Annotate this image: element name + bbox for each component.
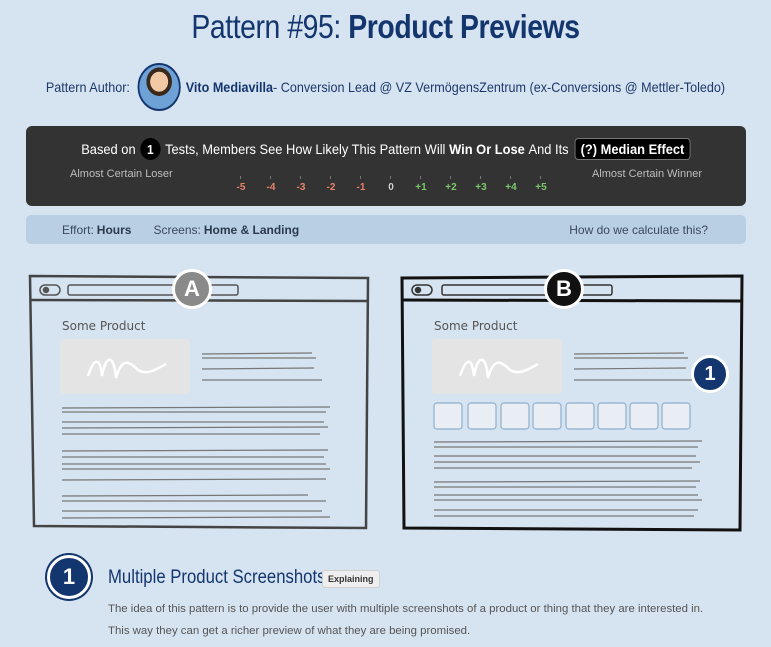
scale-tick: +3: [471, 176, 491, 193]
author-avatar: [137, 63, 181, 111]
author-row: Pattern Author: Vito Mediavilla - Conver…: [39, 62, 733, 112]
win-or-lose-text: Win Or Lose: [449, 141, 525, 157]
loser-label: Almost Certain Loser: [70, 168, 173, 180]
variant-b-marker-1[interactable]: 1: [691, 355, 729, 393]
screens-value: Home & Landing: [203, 222, 300, 237]
likelihood-bar: Based on 1 Tests, Members See How Likely…: [26, 126, 746, 206]
effort-value: Hours: [96, 222, 132, 237]
likelihood-scale: -5 -4 -3 -2 -1 0 +1 +2 +3 +4 +5: [231, 172, 561, 193]
scale-tick: -4: [261, 176, 281, 193]
scale-tick: +1: [411, 176, 431, 193]
scale-tick: -2: [321, 176, 341, 193]
page-title-prefix: Pattern #95:: [191, 8, 349, 45]
page-title: Pattern #95: Product Previews: [54, 8, 717, 46]
winner-label: Almost Certain Winner: [591, 168, 702, 180]
effort-label: Effort:: [62, 222, 94, 237]
explanation-text: The idea of this pattern is to provide t…: [108, 603, 704, 637]
based-on-text: Based on: [81, 141, 136, 157]
variant-a-product-label: Some Product: [62, 319, 146, 333]
scale-tick: +2: [441, 176, 461, 193]
explanation-title: Multiple Product Screenshots: [108, 567, 326, 588]
and-its-text: And Its: [528, 141, 569, 157]
variant-a-badge: A: [172, 269, 212, 309]
calculate-link[interactable]: How do we calculate this?: [569, 223, 708, 237]
likelihood-text: Tests, Members See How Likely This Patte…: [165, 141, 446, 157]
info-bar: Effort: Hours Screens: Home & Landing Ho…: [26, 215, 746, 244]
scale-tick: -5: [231, 176, 251, 193]
likelihood-headline: Based on 1 Tests, Members See How Likely…: [55, 138, 717, 160]
scale-tick: 0: [381, 176, 401, 193]
screens-label: Screens:: [153, 222, 201, 237]
median-effect-button[interactable]: (?) Median Effect: [574, 138, 691, 160]
variant-b-product-label: Some Product: [434, 319, 518, 333]
author-role: - Conversion Lead @ VZ VermögensZentrum …: [273, 79, 726, 95]
author-label: Pattern Author:: [45, 79, 130, 95]
page-title-name: Product Previews: [348, 8, 580, 45]
variant-b-badge: B: [544, 269, 584, 309]
scale-tick: -3: [291, 176, 311, 193]
explanation-number: 1: [47, 555, 91, 599]
test-count-badge: 1: [140, 138, 161, 160]
explaining-tag: Explaining: [322, 570, 380, 588]
scale-tick: -1: [351, 176, 371, 193]
author-name[interactable]: Vito Mediavilla: [186, 79, 273, 95]
scale-tick: +5: [531, 176, 551, 193]
scale-tick: +4: [501, 176, 521, 193]
